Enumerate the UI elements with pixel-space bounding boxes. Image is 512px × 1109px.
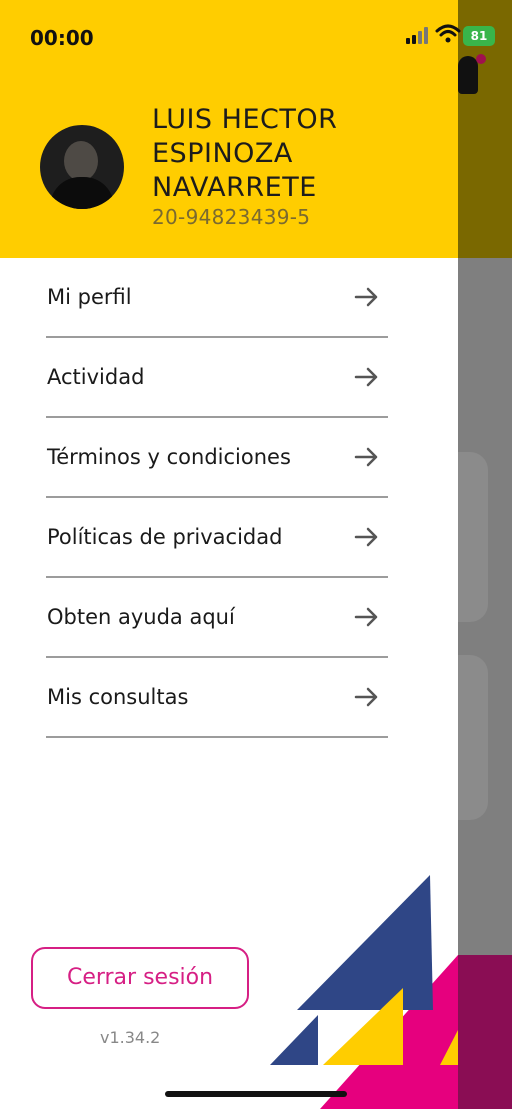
arrow-right-icon	[354, 527, 378, 547]
profile-id: 20-94823439-5	[152, 205, 311, 229]
menu-item-ayuda[interactable]: Obten ayuda aquí	[46, 578, 388, 658]
menu-item-actividad[interactable]: Actividad	[46, 338, 388, 418]
profile-name-line: ESPINOZA	[152, 138, 293, 169]
status-icons: 81	[405, 24, 512, 50]
drawer-header: 00:00 LUIS HECTOR ESPINOZA NAVARRETE 20-…	[0, 0, 458, 258]
menu-item-terminos[interactable]: Términos y condiciones	[46, 418, 388, 498]
background-screen[interactable]	[458, 0, 512, 1109]
profile-name-line: LUIS HECTOR	[152, 104, 338, 135]
background-card	[458, 452, 488, 622]
menu-item-privacidad[interactable]: Políticas de privacidad	[46, 498, 388, 578]
menu-item-mi-perfil[interactable]: Mi perfil	[46, 258, 388, 338]
battery-icon: 81	[463, 26, 495, 46]
menu-item-label: Mis consultas	[47, 685, 189, 709]
avatar[interactable]	[40, 125, 124, 209]
arrow-right-icon	[354, 367, 378, 387]
avatar-body	[50, 177, 114, 209]
logout-button[interactable]: Cerrar sesión	[31, 947, 249, 1009]
background-decor	[458, 955, 512, 1109]
drawer-menu: Mi perfil Actividad Términos y condicion…	[46, 258, 388, 738]
menu-item-label: Obten ayuda aquí	[47, 605, 235, 629]
profile-name: LUIS HECTOR ESPINOZA NAVARRETE	[152, 103, 452, 205]
avatar-face	[64, 141, 98, 181]
brand-decoration	[270, 875, 458, 1109]
side-drawer: 00:00 LUIS HECTOR ESPINOZA NAVARRETE 20-…	[0, 0, 458, 1109]
home-indicator[interactable]	[165, 1091, 347, 1097]
status-time: 00:00	[30, 26, 94, 50]
menu-item-label: Actividad	[47, 365, 145, 389]
notification-bell-icon	[458, 56, 478, 94]
arrow-right-icon	[354, 287, 378, 307]
signal-icon	[406, 27, 428, 44]
app-version: v1.34.2	[100, 1028, 161, 1047]
arrow-right-icon	[354, 687, 378, 707]
background-card	[458, 655, 488, 820]
menu-item-label: Términos y condiciones	[47, 445, 291, 469]
wifi-icon	[435, 24, 461, 43]
menu-item-label: Mi perfil	[47, 285, 132, 309]
arrow-right-icon	[354, 607, 378, 627]
arrow-right-icon	[354, 447, 378, 467]
notification-dot	[476, 54, 486, 64]
menu-item-label: Políticas de privacidad	[47, 525, 283, 549]
menu-item-consultas[interactable]: Mis consultas	[46, 658, 388, 738]
profile-name-line: NAVARRETE	[152, 172, 317, 203]
